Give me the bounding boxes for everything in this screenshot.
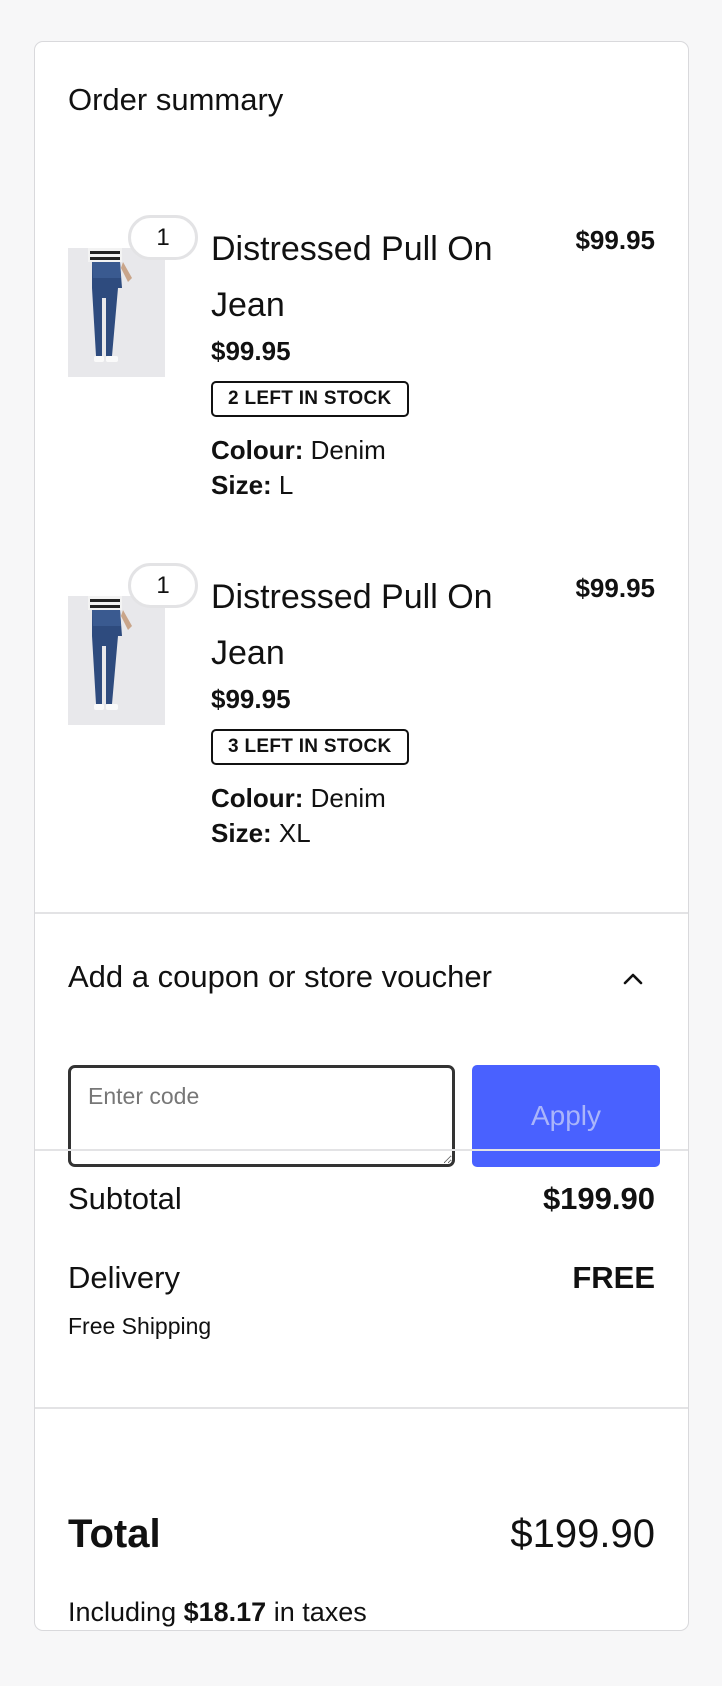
total-value: $199.90 <box>510 1512 655 1556</box>
size-attribute: Size: XL <box>211 818 311 849</box>
colour-label: Colour: <box>211 435 304 465</box>
colour-attribute: Colour: Denim <box>211 783 386 814</box>
colour-attribute: Colour: Denim <box>211 435 386 466</box>
order-summary-title: Order summary <box>68 82 284 117</box>
total-label: Total <box>68 1512 161 1556</box>
coupon-toggle[interactable]: Add a coupon or store voucher <box>68 953 655 1013</box>
colour-value: Denim <box>310 435 386 465</box>
unit-price: $99.95 <box>211 684 291 714</box>
product-name[interactable]: Distressed Pull On Jean <box>211 569 531 681</box>
line-item: 1 Distressed Pull On Jean $99.95 $99.95 … <box>35 195 688 515</box>
size-label: Size: <box>211 818 272 848</box>
tax-prefix: Including <box>68 1597 177 1627</box>
divider <box>35 912 688 914</box>
unit-price: $99.95 <box>211 336 291 366</box>
tax-suffix: in taxes <box>273 1597 367 1627</box>
quantity-badge: 1 <box>128 215 198 260</box>
quantity-badge: 1 <box>128 563 198 608</box>
divider <box>35 1407 688 1409</box>
line-price: $99.95 <box>575 225 655 255</box>
colour-label: Colour: <box>211 783 304 813</box>
divider <box>35 1149 688 1151</box>
jeans-model-image <box>68 248 165 377</box>
colour-value: Denim <box>310 783 386 813</box>
line-item: 1 Distressed Pull On Jean $99.95 $99.95 … <box>35 543 688 863</box>
subtotal-label: Subtotal <box>68 1181 182 1216</box>
apply-coupon-button[interactable]: Apply <box>472 1065 660 1167</box>
product-image <box>68 596 165 725</box>
chevron-up-icon[interactable] <box>621 967 645 991</box>
tax-note: Including $18.17 in taxes <box>68 1597 367 1628</box>
tax-amount: $18.17 <box>183 1597 267 1627</box>
stock-badge: 2 LEFT IN STOCK <box>211 381 409 417</box>
delivery-value: FREE <box>572 1260 655 1295</box>
delivery-note: Free Shipping <box>68 1313 212 1339</box>
line-price: $99.95 <box>575 573 655 603</box>
size-label: Size: <box>211 470 272 500</box>
coupon-label: Add a coupon or store voucher <box>68 959 492 994</box>
product-image <box>68 248 165 377</box>
coupon-code-input[interactable] <box>68 1065 455 1167</box>
order-summary-card: Order summary 1 Distressed Pull On Jean … <box>34 41 689 1631</box>
size-value: XL <box>278 818 311 848</box>
stock-badge: 3 LEFT IN STOCK <box>211 729 409 765</box>
product-name[interactable]: Distressed Pull On Jean <box>211 221 531 333</box>
delivery-label: Delivery <box>68 1260 180 1295</box>
size-value: L <box>278 470 294 500</box>
subtotal-value: $199.90 <box>542 1181 655 1216</box>
jeans-model-image <box>68 596 165 725</box>
size-attribute: Size: L <box>211 470 293 501</box>
